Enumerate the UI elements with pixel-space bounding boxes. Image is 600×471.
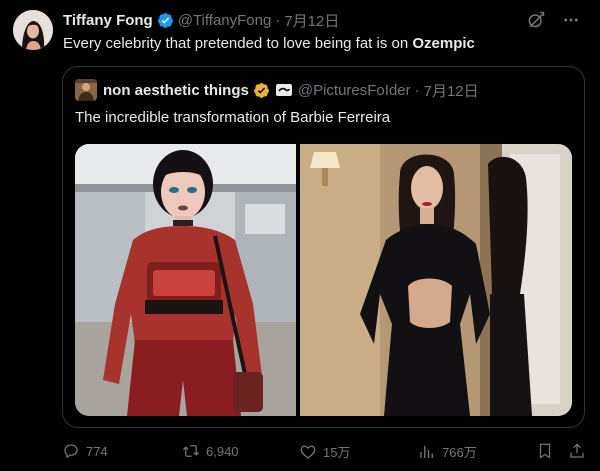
heart-icon bbox=[300, 445, 316, 459]
photo-after[interactable] bbox=[300, 144, 572, 416]
tweet-header: Tiffany Fong @TiffanyFong · 7月12日 bbox=[63, 10, 339, 30]
reply-button[interactable]: 774 bbox=[62, 442, 108, 460]
photo-before-image bbox=[75, 144, 296, 416]
like-button[interactable]: 15万 bbox=[299, 442, 350, 461]
author-name[interactable]: Tiffany Fong bbox=[63, 12, 153, 29]
quoted-text: The incredible transformation of Barbie … bbox=[75, 109, 391, 126]
bookmark-button[interactable] bbox=[536, 442, 554, 460]
reply-icon bbox=[64, 444, 78, 459]
separator-dot: · bbox=[275, 11, 281, 29]
action-bar: 774 6,940 15万 766万 bbox=[62, 442, 592, 462]
repost-icon bbox=[183, 445, 199, 457]
quoted-date[interactable]: 7月12日 bbox=[424, 80, 479, 101]
tweet-text: Every celebrity that pretended to love b… bbox=[63, 35, 475, 52]
grok-icon[interactable] bbox=[526, 10, 546, 30]
share-icon bbox=[570, 443, 584, 458]
quoted-avatar-image bbox=[75, 79, 97, 101]
tweet: Tiffany Fong @TiffanyFong · 7月12日 Every … bbox=[0, 0, 600, 471]
quoted-author-name[interactable]: non aesthetic things bbox=[103, 82, 249, 99]
quoted-author-handle[interactable]: @PicturesFoIder bbox=[298, 82, 411, 99]
quoted-tweet[interactable]: non aesthetic things @PicturesFoIder · 7… bbox=[62, 66, 585, 428]
author-handle[interactable]: @TiffanyFong bbox=[178, 12, 272, 29]
verified-badge-icon bbox=[157, 12, 173, 28]
tweet-text-bold: Ozempic bbox=[412, 35, 475, 52]
views-count: 766万 bbox=[442, 445, 477, 460]
reply-count: 774 bbox=[86, 443, 108, 459]
photo-before[interactable] bbox=[75, 144, 296, 416]
repost-count: 6,940 bbox=[206, 443, 239, 459]
quoted-avatar[interactable] bbox=[75, 79, 97, 101]
repost-button[interactable]: 6,940 bbox=[182, 442, 239, 460]
quoted-separator-dot: · bbox=[414, 81, 420, 99]
tweet-text-prefix: Every celebrity that pretended to love b… bbox=[63, 35, 413, 52]
views-icon bbox=[420, 445, 433, 458]
quoted-media bbox=[75, 144, 572, 416]
gold-verified-badge-icon bbox=[253, 82, 269, 98]
views-button[interactable]: 766万 bbox=[418, 442, 477, 461]
quoted-header: non aesthetic things @PicturesFoIder · 7… bbox=[75, 79, 479, 101]
photo-after-image bbox=[300, 144, 572, 416]
bookmark-icon bbox=[539, 443, 551, 459]
more-icon[interactable] bbox=[562, 11, 580, 29]
share-button[interactable] bbox=[568, 442, 586, 460]
top-actions bbox=[526, 10, 580, 30]
affiliate-badge-icon bbox=[275, 84, 292, 96]
like-count: 15万 bbox=[323, 445, 351, 460]
author-avatar[interactable] bbox=[13, 10, 53, 50]
tweet-date[interactable]: 7月12日 bbox=[284, 10, 339, 31]
avatar-image bbox=[13, 10, 53, 50]
